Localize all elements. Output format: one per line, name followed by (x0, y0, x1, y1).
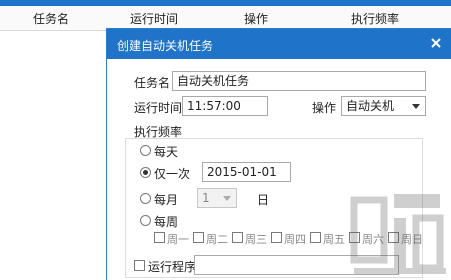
chevron-down-icon (223, 196, 231, 201)
monthly-label: 每月 (154, 193, 179, 207)
radio-monthly[interactable] (140, 193, 151, 204)
run-time-label: 运行时间 (134, 101, 183, 115)
column-task-name[interactable]: 任务名 (33, 10, 69, 27)
operation-label: 操作 (312, 101, 337, 115)
radio-once[interactable] (140, 167, 151, 178)
checkbox-wednesday[interactable] (232, 232, 243, 243)
thursday-label: 周四 (284, 233, 306, 246)
radio-daily[interactable] (140, 145, 151, 156)
dialog-title: 创建自动关机任务 (117, 39, 214, 53)
radio-weekly[interactable] (140, 215, 151, 226)
chevron-down-icon (412, 104, 420, 109)
once-date-input[interactable]: 2015-01-01 (202, 162, 291, 182)
friday-label: 周五 (323, 233, 345, 246)
checkbox-monday[interactable] (154, 232, 165, 243)
monthly-day-value: 1 (202, 191, 210, 205)
run-time-input[interactable]: 11:57:00 (182, 96, 268, 116)
tuesday-label: 周二 (206, 233, 228, 246)
dialog-titlebar[interactable]: 创建自动关机任务 (107, 29, 451, 59)
day-suffix-label: 日 (257, 193, 270, 207)
checkbox-friday[interactable] (310, 232, 321, 243)
daily-label: 每天 (154, 145, 179, 159)
operation-select-value: 自动关机 (346, 99, 395, 113)
close-icon (431, 38, 441, 48)
run-program-label: 运行程序 (148, 260, 197, 274)
column-operation[interactable]: 操作 (244, 10, 268, 27)
monday-label: 周一 (167, 233, 189, 246)
checkbox-run-program[interactable] (134, 260, 145, 271)
wednesday-label: 周三 (245, 233, 267, 246)
column-frequency[interactable]: 执行频率 (351, 10, 399, 27)
monthly-day-select[interactable]: 1 (197, 188, 237, 208)
weekly-label: 每周 (154, 215, 179, 229)
checkbox-tuesday[interactable] (193, 232, 204, 243)
task-name-label: 任务名 (134, 76, 171, 90)
once-label: 仅一次 (154, 167, 191, 181)
operation-select[interactable]: 自动关机 (341, 96, 426, 116)
watermark-logo (350, 194, 446, 274)
checkbox-thursday[interactable] (271, 232, 282, 243)
close-button[interactable] (425, 32, 447, 54)
task-name-input[interactable]: 自动关机任务 (172, 71, 426, 91)
column-run-time[interactable]: 运行时间 (130, 10, 178, 27)
